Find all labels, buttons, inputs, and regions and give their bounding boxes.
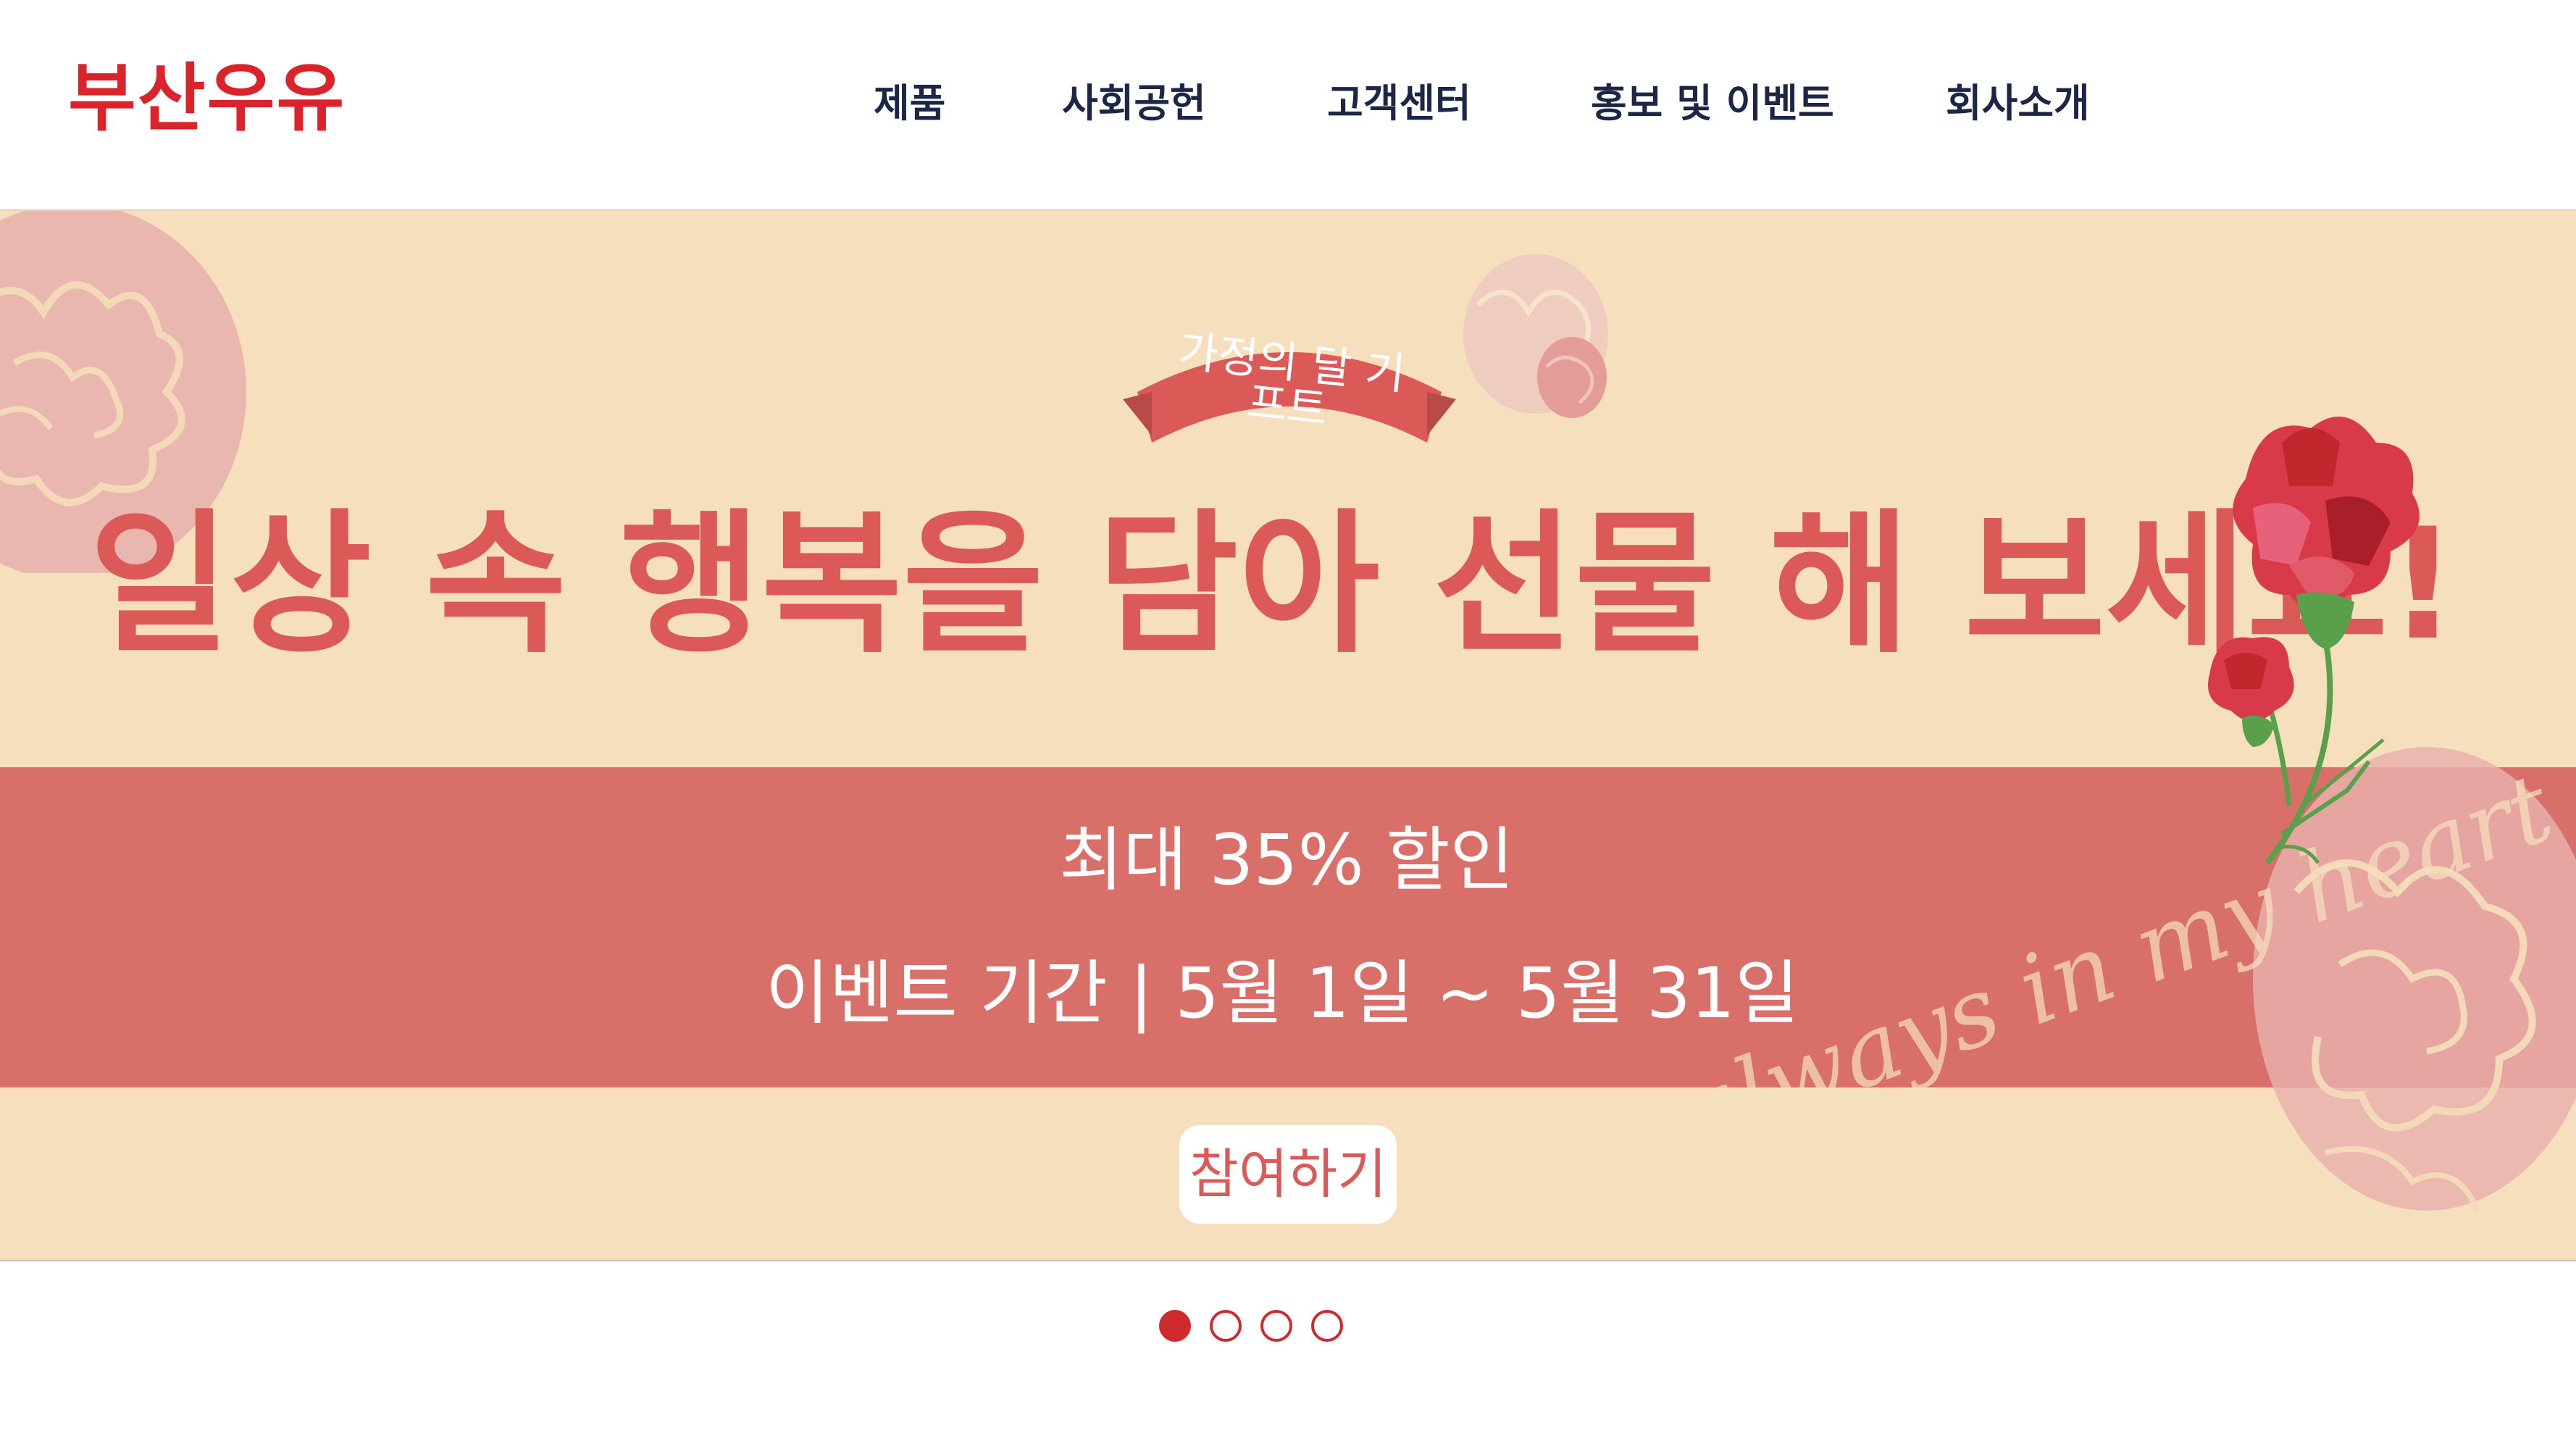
carousel-dot-4[interactable]	[1311, 1310, 1343, 1342]
carnation-flowers-icon	[2208, 417, 2420, 865]
banner-headline: 일상 속 행복을 담아 선물 해 보세요!	[88, 495, 2459, 674]
site-header: 부산우유 제품 사회공헌 고객센터 홍보 및 이벤트 회사소개	[0, 0, 2576, 209]
carousel-dot-1[interactable]	[1159, 1310, 1191, 1342]
carnation-illustration-top	[1463, 254, 1608, 418]
nav-item-company[interactable]: 회사소개	[1946, 84, 2090, 123]
hero-banner[interactable]: 가정의 달 기프트 일상 속 행복을 담아 선물 해 보세요! 최대 35% 할…	[0, 209, 2576, 1261]
brand-logo[interactable]: 부산우유	[68, 62, 346, 136]
nav-item-products[interactable]: 제품	[874, 84, 945, 123]
nav-item-social-contribution[interactable]: 사회공헌	[1062, 84, 1206, 123]
nav-item-customer-center[interactable]: 고객센터	[1327, 84, 1471, 123]
nav-item-pr-events[interactable]: 홍보 및 이벤트	[1591, 84, 1834, 123]
carousel-dot-3[interactable]	[1260, 1310, 1292, 1342]
participate-button[interactable]: 참여하기	[1179, 1125, 1397, 1224]
carousel-dot-2[interactable]	[1210, 1310, 1242, 1342]
carousel-indicators	[1159, 1310, 1343, 1348]
